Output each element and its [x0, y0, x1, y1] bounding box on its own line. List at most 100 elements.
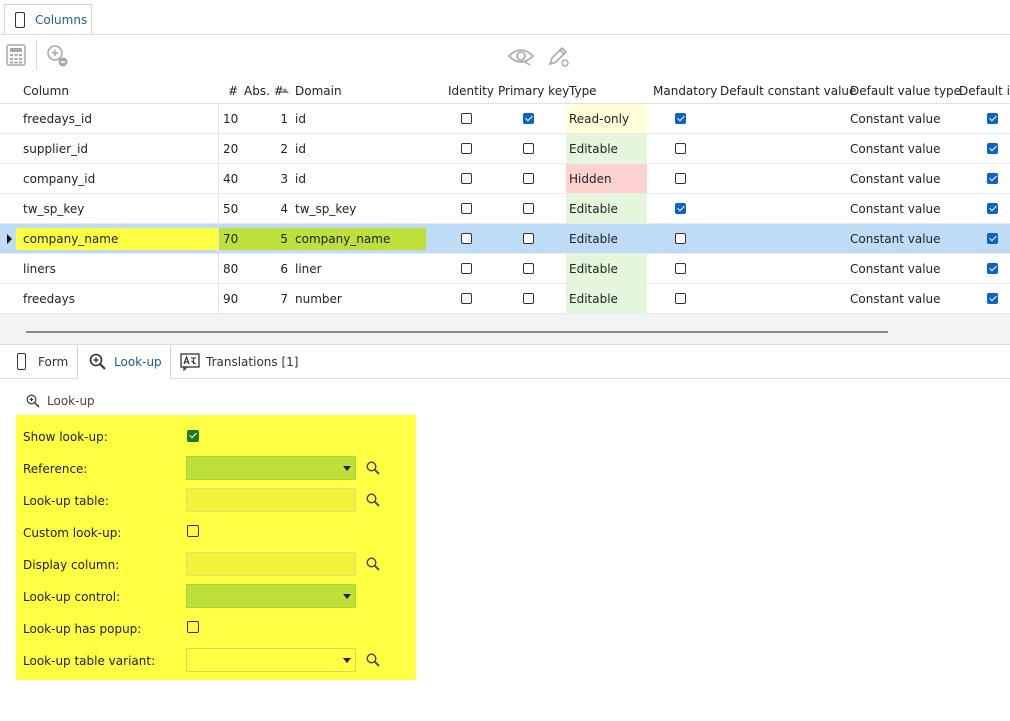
identity-checkbox[interactable]	[461, 143, 472, 154]
cell-domain: company_name	[295, 232, 391, 246]
primary-key-checkbox[interactable]	[523, 143, 534, 154]
header-type[interactable]: Type	[569, 84, 597, 98]
tab-form[interactable]: Form	[0, 345, 76, 378]
header-default-value-type[interactable]: Default value type	[850, 84, 961, 98]
zoom-in-icon	[26, 394, 40, 408]
header-domain[interactable]: Domain	[295, 84, 342, 98]
mandatory-checkbox[interactable]	[675, 143, 686, 154]
eye-icon[interactable]	[507, 46, 535, 69]
header-identity[interactable]: Identity	[448, 84, 494, 98]
search-icon[interactable]	[366, 653, 380, 667]
cell-domain: id	[295, 142, 306, 156]
grid-column-separator	[218, 104, 219, 314]
cell-abs-number: 1	[280, 112, 288, 126]
mandatory-checkbox[interactable]	[675, 293, 686, 304]
reference-label: Reference:	[23, 462, 88, 476]
lookup-has-popup-checkbox[interactable]	[187, 621, 199, 633]
cell-column-name: tw_sp_key	[23, 202, 85, 216]
primary-key-checkbox[interactable]	[523, 263, 534, 274]
cell-type: Read-only	[569, 112, 630, 126]
identity-checkbox[interactable]	[461, 113, 472, 124]
header-mandatory[interactable]: Mandatory	[653, 84, 717, 98]
identity-checkbox[interactable]	[461, 173, 472, 184]
cell-type: Hidden	[569, 172, 612, 186]
cell-column-name: freedays_id	[23, 112, 92, 126]
default-in-checkbox[interactable]	[987, 143, 998, 154]
table-row[interactable]: liners 80 6 liner Editable Constant value	[0, 254, 1010, 284]
calculator-icon[interactable]	[6, 44, 26, 69]
lookup-panel: Show look-up: Reference: Look-up table: …	[16, 415, 416, 680]
bottom-tab-bar: Form Look-up Translations [1]	[0, 344, 1010, 379]
cell-abs-number: 2	[280, 142, 288, 156]
sort-ascending-icon	[281, 88, 289, 93]
chevron-down-icon	[343, 658, 351, 663]
custom-lookup-checkbox[interactable]	[187, 525, 199, 537]
show-lookup-checkbox[interactable]	[187, 430, 199, 442]
header-column[interactable]: Column	[23, 84, 69, 98]
search-icon[interactable]	[366, 557, 380, 571]
cell-abs-number: 4	[280, 202, 288, 216]
show-lookup-label: Show look-up:	[23, 430, 108, 444]
cell-number: 80	[223, 262, 239, 276]
identity-checkbox[interactable]	[461, 263, 472, 274]
lookup-section-title: Look-up	[47, 394, 95, 408]
mandatory-checkbox[interactable]	[675, 113, 686, 124]
cell-type: Editable	[569, 232, 618, 246]
search-icon[interactable]	[366, 493, 380, 507]
header-primary-key[interactable]: Primary key	[498, 84, 569, 98]
lookup-table-label: Look-up table:	[23, 494, 109, 508]
identity-checkbox[interactable]	[461, 203, 472, 214]
mandatory-checkbox[interactable]	[675, 203, 686, 214]
chevron-down-icon	[343, 466, 351, 471]
tab-lookup[interactable]: Look-up	[77, 345, 171, 379]
grid-footer	[0, 314, 1010, 344]
table-row[interactable]: freedays 90 7 number Editable Constant value	[0, 284, 1010, 314]
primary-key-checkbox[interactable]	[523, 293, 534, 304]
edit-pencil-icon[interactable]	[546, 44, 570, 71]
mandatory-checkbox[interactable]	[675, 233, 686, 244]
cell-abs-number: 6	[280, 262, 288, 276]
cell-abs-number: 5	[280, 232, 288, 246]
search-icon[interactable]	[366, 461, 380, 475]
cell-type: Editable	[569, 292, 618, 306]
primary-key-checkbox[interactable]	[523, 173, 534, 184]
lookup-control-dropdown[interactable]	[186, 584, 356, 608]
cell-default-value-type: Constant value	[850, 292, 941, 306]
display-column-input[interactable]	[186, 552, 356, 576]
header-default-in[interactable]: Default in	[959, 84, 1010, 98]
tab-columns[interactable]: Columns	[4, 4, 92, 34]
primary-key-checkbox[interactable]	[523, 203, 534, 214]
tab-columns-label: Columns	[35, 13, 88, 27]
header-number[interactable]: #	[228, 84, 238, 98]
default-in-checkbox[interactable]	[987, 173, 998, 184]
table-row[interactable]: company_id 40 3 id Hidden Constant value	[0, 164, 1010, 194]
table-row[interactable]: supplier_id 20 2 id Editable Constant value	[0, 134, 1010, 164]
header-default-constant-value[interactable]: Default constant value	[720, 84, 856, 98]
tab-translations[interactable]: Translations [1]	[172, 345, 302, 378]
identity-checkbox[interactable]	[461, 233, 472, 244]
primary-key-checkbox[interactable]	[523, 233, 534, 244]
reference-dropdown[interactable]	[186, 456, 356, 480]
default-in-checkbox[interactable]	[987, 263, 998, 274]
mandatory-checkbox[interactable]	[675, 173, 686, 184]
horizontal-scrollbar[interactable]	[26, 331, 888, 333]
table-row[interactable]: freedays_id 10 1 id Read-only Constant value	[0, 104, 1010, 134]
cell-domain: id	[295, 172, 306, 186]
mandatory-checkbox[interactable]	[675, 263, 686, 274]
toolbar-separator	[36, 40, 37, 70]
lookup-table-input[interactable]	[186, 488, 356, 512]
cell-column-name: liners	[23, 262, 56, 276]
lookup-table-variant-dropdown[interactable]	[186, 648, 356, 672]
cell-number: 70	[223, 232, 239, 246]
default-in-checkbox[interactable]	[987, 233, 998, 244]
default-in-checkbox[interactable]	[987, 203, 998, 214]
table-row[interactable]: company_name 70 5 company_name Editable Const…	[0, 224, 1010, 254]
table-row[interactable]: tw_sp_key 50 4 tw_sp_key Editable Constant va…	[0, 194, 1010, 224]
identity-checkbox[interactable]	[461, 293, 472, 304]
default-in-checkbox[interactable]	[987, 113, 998, 124]
primary-key-checkbox[interactable]	[523, 113, 534, 124]
header-abs-number[interactable]: Abs. #	[244, 84, 284, 98]
zoom-in-minus-icon[interactable]	[46, 44, 70, 71]
default-in-checkbox[interactable]	[987, 293, 998, 304]
cell-default-value-type: Constant value	[850, 262, 941, 276]
